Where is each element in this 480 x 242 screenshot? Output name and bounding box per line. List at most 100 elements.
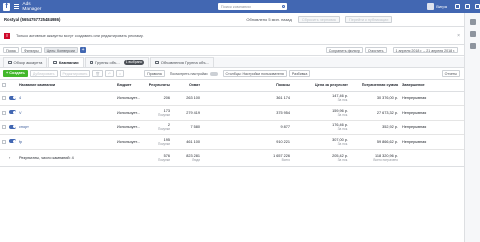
column-header-budget[interactable]: Бюджет <box>115 80 142 92</box>
warning-icon: ! <box>4 32 10 39</box>
tab-label: Кампании <box>58 60 79 65</box>
reach-cell: 263 100 <box>172 91 202 106</box>
total-results-subtext: Покупки <box>158 157 170 162</box>
date-range-picker[interactable]: 1 апреля 2018 г. – 21 апреля 2018 г. <box>392 46 458 54</box>
objective-filter-tag[interactable]: Цель: Конверсии <box>43 46 78 54</box>
table-row[interactable]: спорт Использует... 2 Покупки 7 580 9 877… <box>0 120 464 135</box>
impressions-cell: 910 221 <box>202 134 292 150</box>
total-reach-value: 823 281 <box>186 153 200 158</box>
campaign-toggle[interactable] <box>9 124 16 129</box>
campaign-name[interactable]: 4 <box>17 91 115 106</box>
column-header-cost-per-result[interactable]: Цена за результат <box>292 80 350 92</box>
column-header-amount-spent[interactable]: Потраченная сумма <box>350 80 400 92</box>
user-name: Вигра <box>436 4 447 9</box>
help-icon[interactable] <box>465 4 470 9</box>
notifications-icon[interactable] <box>455 4 460 9</box>
alert-banner: ! Только активные аккаунты могут создава… <box>0 27 464 45</box>
charts-icon[interactable] <box>469 19 476 25</box>
add-filter-button[interactable]: + <box>79 46 87 54</box>
account-bar: Rostyal (5654757725484986) Обновлено 5 м… <box>0 13 464 27</box>
reach-cell: 7 580 <box>172 120 202 135</box>
folder-icon <box>53 60 57 65</box>
table-row[interactable]: V Использует... 173 Покупки 279 419 375 9… <box>0 105 464 121</box>
total-impressions-value: 1 657 226 <box>273 153 290 158</box>
spent-cell: 27 673,32 р. <box>350 105 400 121</box>
rules-dropdown[interactable]: Правила <box>144 70 165 77</box>
impressions-cell: 375 954 <box>202 105 292 121</box>
row-checkbox[interactable] <box>2 96 6 101</box>
campaign-name[interactable]: V <box>17 105 115 121</box>
edit-icon[interactable] <box>469 31 476 37</box>
facebook-logo[interactable]: f <box>3 2 11 11</box>
grid-icon <box>89 60 94 65</box>
filters-dropdown[interactable]: Фильтры <box>20 46 42 54</box>
results-cell: 206 <box>142 91 172 106</box>
cost-subtext: За пок. <box>337 127 348 132</box>
breakdown-dropdown[interactable]: Разбивка <box>288 70 311 77</box>
menu-icon[interactable] <box>14 4 20 9</box>
save-filter-button[interactable]: Сохранить фильтр <box>325 46 363 54</box>
campaign-name[interactable]: спорт <box>17 120 115 135</box>
end-cell: Непрерывная <box>400 120 464 135</box>
updated-status: Обновлено 5 мин. назад <box>246 17 292 22</box>
tab-account-overview[interactable]: Обзор аккаунта <box>3 57 48 67</box>
spent-cell: 59 866,62 р. <box>350 134 400 150</box>
table-row[interactable]: fp Использует... 195 Покупки 461 100 910 … <box>0 134 464 150</box>
campaign-toggle[interactable] <box>9 139 16 144</box>
tab-label: Группы объ... <box>95 60 120 65</box>
column-header-results[interactable]: Результаты <box>142 80 172 92</box>
tab-label: Обзор аккаунта <box>13 60 43 65</box>
tag-icon[interactable]: ⌂ <box>115 70 125 77</box>
undo-icon[interactable]: ↶ <box>104 70 114 77</box>
filter-bar: Поиск Фильтры Цель: Конверсии + Сохранит… <box>0 45 464 56</box>
user-menu[interactable]: Вигра <box>427 3 447 10</box>
row-checkbox[interactable] <box>2 139 6 144</box>
results-cell: 2 Покупки <box>142 120 172 135</box>
search-dropdown[interactable]: Поиск <box>3 46 19 54</box>
cost-cell: 307,00 р. За пок. <box>292 134 350 150</box>
table-row[interactable]: 4 Использует... 206 263 100 361 174 147,… <box>0 91 464 106</box>
column-header-name[interactable]: Название кампании <box>17 80 115 92</box>
total-spent-cell: 118 320,96 р. Всего потрачено <box>350 149 400 167</box>
campaign-toggle[interactable] <box>9 110 16 115</box>
column-header-ends[interactable]: Завершение <box>400 80 464 92</box>
delete-icon[interactable]: 🗑 <box>92 70 103 77</box>
results-cell: 195 Покупки <box>142 134 172 150</box>
selected-count-badge[interactable]: 1 выбрано <box>123 60 145 65</box>
column-header-reach[interactable]: Охват <box>172 80 202 92</box>
create-button[interactable]: + Создать <box>3 70 28 77</box>
campaign-name[interactable]: fp <box>17 134 115 150</box>
duplicate-button[interactable]: Дублировать <box>29 70 58 77</box>
tab-ad-sets[interactable]: Группы объ... 1 выбрано <box>84 57 150 67</box>
total-spent-value: 118 320,96 р. <box>375 153 398 158</box>
discard-drafts-button[interactable]: Сбросить черновик <box>297 16 340 23</box>
total-impressions-cell: 1 657 226 Всего <box>202 149 292 167</box>
row-checkbox[interactable] <box>2 125 6 130</box>
total-cost-cell: 205,42 р. За пок. <box>292 149 350 167</box>
campaign-toggle[interactable] <box>9 95 16 100</box>
reports-dropdown[interactable]: Отчеты <box>441 70 460 77</box>
tab-campaigns[interactable]: Кампании <box>48 57 84 67</box>
row-checkbox[interactable] <box>2 110 6 115</box>
expand-icon[interactable]: › <box>7 149 17 167</box>
settings-icon[interactable] <box>475 4 480 9</box>
review-publish-button[interactable]: Перейти к публикации <box>345 16 393 23</box>
total-impressions-subtext: Всего <box>281 157 290 162</box>
select-all-checkbox[interactable] <box>0 80 7 92</box>
column-header-impressions[interactable]: Показы <box>202 80 292 92</box>
account-selector[interactable]: Rostyal (5654757725484986) <box>4 17 60 22</box>
total-reach-subtext: Люди <box>191 157 200 162</box>
history-icon[interactable] <box>469 43 476 49</box>
alert-text: Только активные аккаунты могут создавать… <box>16 33 144 38</box>
close-icon[interactable]: × <box>457 33 460 39</box>
totals-row: › Результаты, число кампаний: 4 576 Покуп… <box>0 149 464 167</box>
end-cell: Непрерывная <box>400 105 464 121</box>
tab-ads[interactable]: Объявления Группа объ... <box>150 57 215 67</box>
campaign-search-input[interactable]: Поиск компании <box>217 3 288 10</box>
edit-button[interactable]: Редактировать <box>59 70 91 77</box>
search-placeholder: Поиск компании <box>220 4 251 9</box>
spent-cell: 352,92 р. <box>350 120 400 135</box>
clear-filter-button[interactable]: Очистить <box>364 46 387 54</box>
columns-dropdown[interactable]: Столбцы: Настройки пользователя <box>222 70 287 77</box>
view-setup-toggle[interactable] <box>209 71 218 76</box>
